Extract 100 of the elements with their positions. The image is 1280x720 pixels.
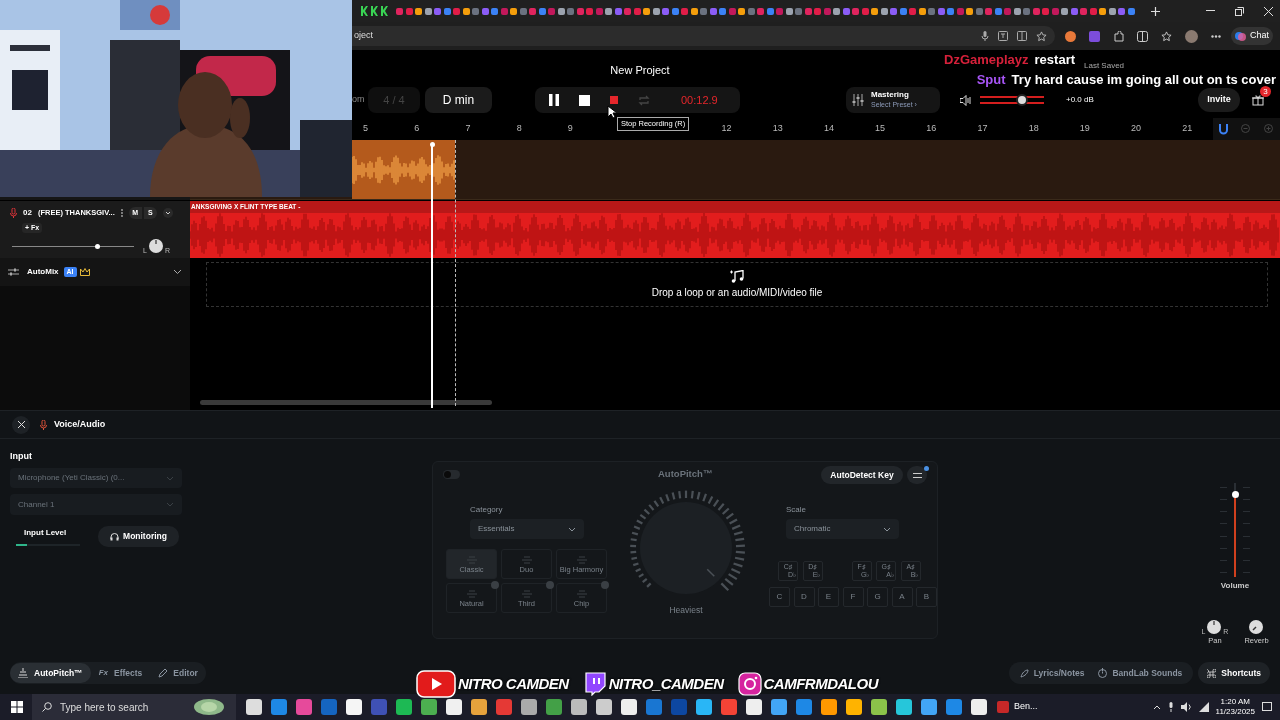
bar-number: 18 <box>1027 122 1040 136</box>
key-button[interactable]: D min <box>425 87 492 113</box>
notification-count: 3 <box>1260 86 1271 97</box>
bar-number: 8 <box>515 122 523 136</box>
chevron-up-icon[interactable] <box>1152 704 1161 710</box>
panel-tab[interactable]: Fx Effects <box>90 663 151 683</box>
social-handle: CAMFRMDALOU <box>763 673 878 694</box>
extension-icon[interactable] <box>1065 30 1076 42</box>
bar-number: 12 <box>720 122 733 136</box>
invite-button[interactable]: Invite <box>1198 88 1240 112</box>
slider-thumb[interactable] <box>94 243 100 249</box>
taskbar-app-icon[interactable] <box>246 699 262 715</box>
split-screen-icon[interactable] <box>1137 30 1148 42</box>
search-field[interactable]: Type here to search <box>32 694 236 720</box>
pause-icon <box>549 94 559 106</box>
panel-tab[interactable]: AutoPitch™ <box>10 663 91 683</box>
bar-number: 9 <box>566 122 574 136</box>
translate-icon[interactable] <box>998 31 1008 41</box>
shortcuts-button[interactable]: Shortcuts <box>1198 662 1270 684</box>
chat-button[interactable]: Chat <box>1231 27 1273 45</box>
chat-message: restart <box>1034 51 1075 69</box>
address-bar[interactable]: oject <box>352 26 1055 46</box>
fader-thumb[interactable] <box>1231 490 1239 498</box>
split-screen-icon[interactable] <box>1017 31 1027 41</box>
address-text: oject <box>354 29 373 43</box>
bar-number: 5 <box>362 122 370 136</box>
taskbar-app-icon[interactable] <box>746 699 762 715</box>
pan-knob[interactable] <box>147 238 164 254</box>
taskbar-app-icon[interactable] <box>846 699 862 715</box>
chevron-down-icon[interactable] <box>162 208 173 218</box>
autodetect-key-button[interactable]: AutoDetect Key <box>821 466 903 484</box>
input-level-label: Input Level <box>24 527 68 539</box>
volume-thumb[interactable] <box>1016 94 1029 106</box>
profile-avatar[interactable] <box>1185 29 1198 43</box>
k-logo-icon[interactable] <box>370 6 378 16</box>
restore-icon[interactable] <box>1234 6 1244 16</box>
clock-date[interactable]: 11/23/2025 <box>1215 707 1255 717</box>
clock-time[interactable]: 1:20 AM <box>1220 697 1250 707</box>
drop-zone[interactable]: Drop a loop or an audio/MIDI/video file <box>206 262 1268 307</box>
power-toggle[interactable] <box>443 469 460 479</box>
taskbar-app-icon[interactable] <box>596 699 612 715</box>
more-icon[interactable] <box>1211 34 1221 38</box>
bar-number: 6 <box>413 122 421 136</box>
category-dropdown[interactable]: Essentials <box>470 519 584 539</box>
speaker-icon[interactable] <box>1180 702 1192 712</box>
project-title: New Project <box>610 63 670 78</box>
chat-username: Sput <box>976 71 1006 89</box>
scale-dropdown[interactable]: Chromatic <box>786 519 899 539</box>
timer-icon <box>1098 668 1108 678</box>
taskbar-app-icon[interactable] <box>346 699 362 715</box>
star-icon[interactable] <box>1036 30 1047 42</box>
feather-icon <box>1019 668 1029 678</box>
k-logo-icon[interactable] <box>380 6 388 16</box>
input-label: Input <box>10 451 33 461</box>
chevron-down-icon <box>166 475 174 481</box>
start-icon[interactable] <box>11 701 23 713</box>
master-volume-slider[interactable] <box>980 94 1044 106</box>
social-handle: NITRO_CAMDEN <box>608 673 724 694</box>
reverb-knob[interactable] <box>1248 619 1265 635</box>
horizontal-scrollbar[interactable] <box>200 400 492 405</box>
taskbar-app-icon[interactable] <box>446 699 462 715</box>
tool-button[interactable]: BandLab Sounds <box>1091 663 1190 683</box>
settings-button[interactable] <box>907 466 927 484</box>
gift-icon[interactable] <box>1252 94 1264 106</box>
chat-message: Try hard cause im going all out on ts cover <box>1011 71 1276 89</box>
favorites-icon[interactable] <box>1161 30 1172 42</box>
tune-icon <box>18 668 28 678</box>
taskbar-app-icon[interactable] <box>997 701 1009 713</box>
time-display: 00:12.9 <box>681 92 718 108</box>
pan-knob[interactable] <box>1206 619 1223 635</box>
microphone-icon[interactable] <box>1167 702 1174 712</box>
social-handle: NITRO CAMDEN <box>458 673 569 694</box>
chevron-down-icon <box>883 526 891 532</box>
magnet-icon[interactable] <box>1219 123 1229 135</box>
piano-key[interactable]: A <box>891 587 913 607</box>
close-icon[interactable] <box>1263 6 1273 16</box>
k-logo-icon[interactable] <box>360 6 368 16</box>
speaker-icon[interactable] <box>960 94 972 106</box>
taskbar-app-icon[interactable] <box>971 699 987 715</box>
copilot-icon <box>1235 30 1246 42</box>
tool-button[interactable]: Lyrics/Notes <box>1012 663 1092 683</box>
close-button[interactable] <box>12 415 30 434</box>
microphone-icon[interactable] <box>981 31 989 41</box>
piano-key[interactable]: G <box>867 587 888 607</box>
chevron-down-icon[interactable] <box>173 269 182 275</box>
volume-fader[interactable] <box>1220 483 1250 577</box>
minimize-icon[interactable] <box>1205 10 1215 12</box>
twitch-extension-icon[interactable] <box>1089 30 1100 42</box>
taskbar-app-icon[interactable] <box>621 699 637 715</box>
kebab-icon[interactable] <box>120 209 123 217</box>
panel-tab[interactable]: Editor <box>150 663 206 683</box>
notification-icon[interactable] <box>1262 702 1272 712</box>
piano-key[interactable]: C <box>769 587 790 607</box>
mixer-icon[interactable] <box>8 268 19 276</box>
new-tab-icon[interactable] <box>1150 6 1160 16</box>
track-volume-slider[interactable] <box>12 242 134 250</box>
piano-key[interactable]: D <box>793 587 815 607</box>
piano-key[interactable]: F <box>842 587 864 607</box>
piano-key[interactable]: E <box>818 587 839 607</box>
piano-key[interactable]: B <box>916 587 937 607</box>
